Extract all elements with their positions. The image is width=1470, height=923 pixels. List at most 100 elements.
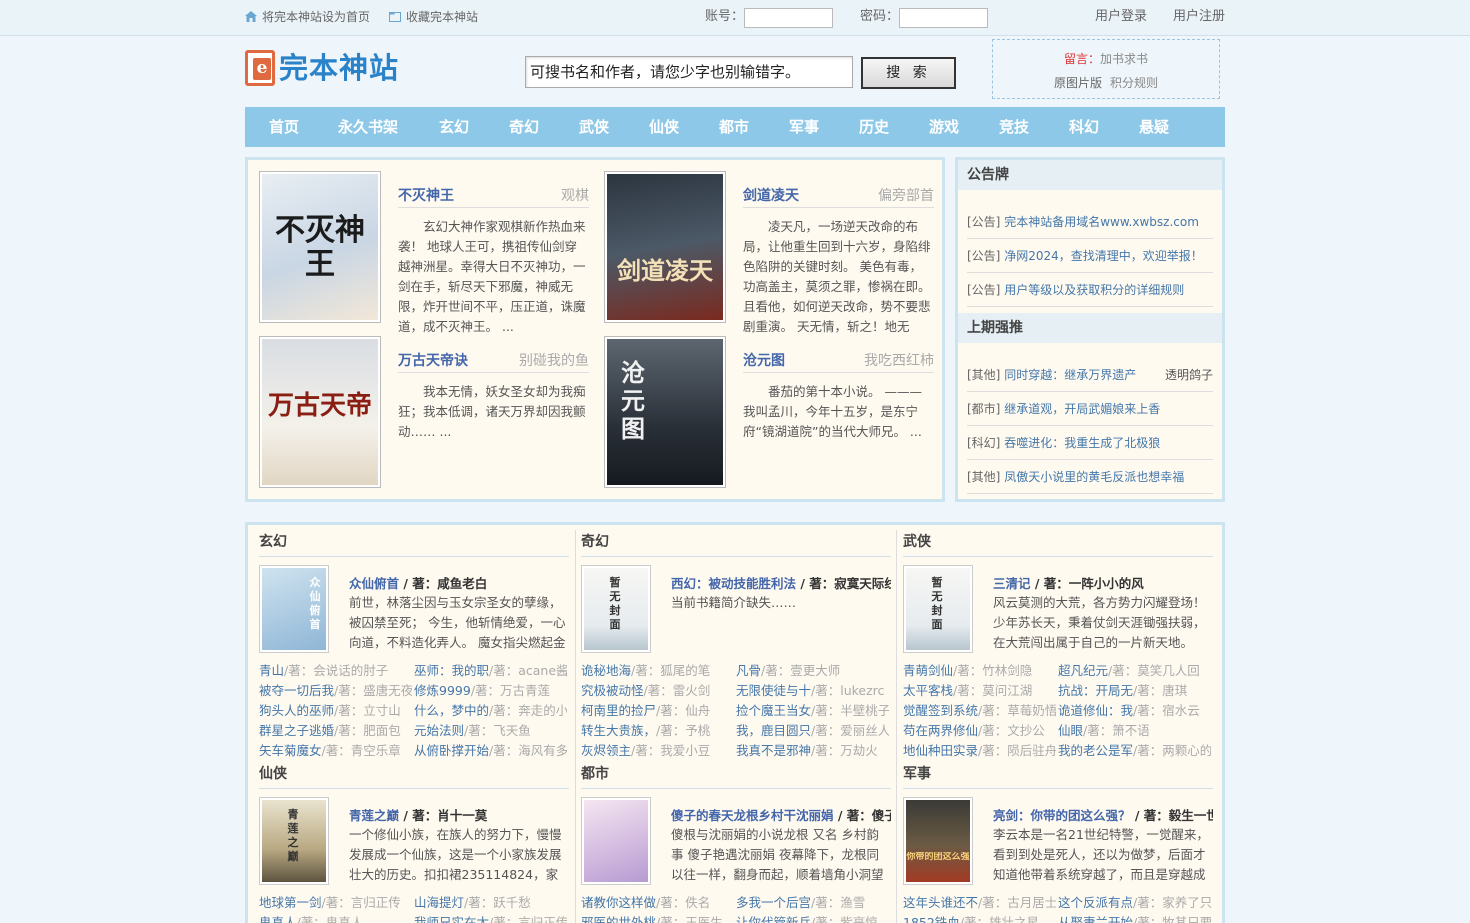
book-title[interactable]: 西幻：被动技能胜利法 / 著：寂寞天际线 <box>671 573 891 592</box>
book-title[interactable]: 三清记 / 著：一阵小小的风 <box>993 573 1213 592</box>
book-title[interactable]: 青莲之巅 / 著：肖十一莫 <box>349 805 569 824</box>
book-link[interactable]: 这年头谁还不/著：古月居士 <box>903 893 1056 913</box>
book-link[interactable]: 我，鹿目圆只/著：爱丽丝人 <box>736 721 889 741</box>
book-title[interactable]: 众仙俯首 / 著：咸鱼老白 <box>349 573 569 592</box>
category-title[interactable]: 军事 <box>903 759 1213 789</box>
book-link[interactable]: 地仙种田实录/著：陨后驻舟 <box>903 741 1056 761</box>
notice-item[interactable]: [公告] 用户等级以及获取积分的详细规则 <box>967 273 1213 307</box>
book-title[interactable]: 沧元图 <box>743 350 785 370</box>
book-link[interactable]: 诸教你这样做/著：佚名 <box>581 893 734 913</box>
nav-item-qihuan[interactable]: 奇幻 <box>509 107 539 147</box>
book-link[interactable]: 我师兄实在太/著：言归正传 <box>414 913 567 923</box>
book-link[interactable]: 我真不是邪神/著：万劫火 <box>736 741 889 761</box>
book-cover[interactable]: 沧元图 <box>604 336 726 488</box>
book-cover[interactable]: 青莲之巅 <box>259 797 329 885</box>
nav-item-jingji[interactable]: 竞技 <box>999 107 1029 147</box>
book-link[interactable]: 超凡纪元/著：莫笑几人回 <box>1058 661 1211 681</box>
book-link[interactable]: 苟在两界修仙/著：文抄公 <box>903 721 1056 741</box>
login-link[interactable]: 用户登录 <box>1095 0 1147 36</box>
set-homepage-link[interactable]: 将完本神站设为首页 <box>245 0 370 36</box>
book-cover[interactable]: 你带的团这么强 <box>903 797 973 885</box>
book-title[interactable]: 不灭神王 <box>398 185 454 205</box>
book-link[interactable]: 无限使徒与十/著：lukezrc <box>736 681 889 701</box>
nav-item-youxi[interactable]: 游戏 <box>929 107 959 147</box>
book-link[interactable]: 鬼真人/著：鬼真人 <box>259 913 412 923</box>
recommend-item[interactable]: [其他] 同时穿越：继承万界遗产 透明鸽子 <box>967 358 1213 392</box>
nav-item-bookshelf[interactable]: 永久书架 <box>338 107 398 147</box>
notice-item[interactable]: [公告] 完本神站备用域名www.xwbsz.com <box>967 205 1213 239</box>
book-link[interactable]: 被夺一切后我/著：盛唐无夜 <box>259 681 412 701</box>
book-link[interactable]: 地球第一剑/著：言归正传 <box>259 893 412 913</box>
recommend-item[interactable]: [其他] 凤傲天小说里的黄毛反派也想幸福 <box>967 460 1213 494</box>
notice-item[interactable]: [公告] 净网2024，查找清理中，欢迎举报！ <box>967 239 1213 273</box>
original-version-link[interactable]: 原图片版 <box>1054 76 1102 90</box>
nav-item-xuanyi[interactable]: 悬疑 <box>1139 107 1169 147</box>
nav-item-kehuan[interactable]: 科幻 <box>1069 107 1099 147</box>
nav-item-xuanhuan[interactable]: 玄幻 <box>439 107 469 147</box>
category-title[interactable]: 奇幻 <box>581 527 891 557</box>
book-link[interactable]: 1852铁血/著：雄壮之星 <box>903 913 1056 923</box>
book-link[interactable]: 诡道修仙：我/著：宿水云 <box>1058 701 1211 721</box>
account-input[interactable] <box>744 8 833 28</box>
book-link[interactable]: 从娶妻兰开始/著：牧其只要 <box>1058 913 1211 923</box>
book-link[interactable]: 巫师：我的职/著：acane酱 <box>414 661 567 681</box>
book-cover[interactable]: 众仙俯首 <box>259 565 329 653</box>
book-link[interactable]: 捡个魔王当女/著：半壁桃子 <box>736 701 889 721</box>
password-input[interactable] <box>899 8 988 28</box>
book-link[interactable]: 多我一个后宫/著：渔雪 <box>736 893 889 913</box>
search-input[interactable]: 可搜书名和作者，请您少字也别输错字。 <box>525 56 853 88</box>
category-title[interactable]: 都市 <box>581 759 891 789</box>
book-link[interactable]: 柯南里的捡尸/著：仙舟 <box>581 701 734 721</box>
book-link[interactable]: 灰烬领主/著：我爱小豆 <box>581 741 734 761</box>
register-link[interactable]: 用户注册 <box>1173 0 1225 36</box>
book-cover[interactable]: 暂无封面 <box>903 565 973 653</box>
book-link[interactable]: 凡骨/著：壹更大师 <box>736 661 889 681</box>
nav-item-wuxia[interactable]: 武侠 <box>579 107 609 147</box>
book-link[interactable]: 抗战：开局无/著：唐琪 <box>1058 681 1211 701</box>
request-book-link[interactable]: 加书求书 <box>1100 52 1148 66</box>
book-link[interactable]: 邪医的世外桃/著：王医生 <box>581 913 734 923</box>
book-link[interactable]: 究极被动怪/著：雷火剑 <box>581 681 734 701</box>
search-button[interactable]: 搜 索 <box>861 57 956 89</box>
site-logo[interactable]: e 完本神站 <box>245 48 425 90</box>
recommend-item[interactable]: [都市] 继承道观，开局武媚娘来上香 <box>967 392 1213 426</box>
book-link[interactable]: 让你代管新兵/著：紫亭惊 <box>736 913 889 923</box>
book-title[interactable]: 傻子的春天龙根乡村干沈丽娟 / 著：傻子 <box>671 805 891 824</box>
book-link[interactable]: 什么，梦中的/著：奔走的小 <box>414 701 567 721</box>
recommend-item[interactable]: [科幻] 吞噬进化：我重生成了北极狼 <box>967 426 1213 460</box>
nav-item-dushi[interactable]: 都市 <box>719 107 749 147</box>
book-link[interactable]: 矢车菊魔女/著：青空乐章 <box>259 741 412 761</box>
book-link[interactable]: 青萌剑仙/著：竹林剑隐 <box>903 661 1056 681</box>
book-cover[interactable]: 暂无封面 <box>581 565 651 653</box>
category-title[interactable]: 玄幻 <box>259 527 569 557</box>
book-link[interactable]: 觉醒签到系统/著：草莓奶悟 <box>903 701 1056 721</box>
nav-item-junshi[interactable]: 军事 <box>789 107 819 147</box>
book-link[interactable]: 青山/著：会说话的肘子 <box>259 661 412 681</box>
book-link[interactable]: 诡秘地海/著：狐尾的笔 <box>581 661 734 681</box>
book-link[interactable]: 我的老公是军/著：两颗心的 <box>1058 741 1211 761</box>
nav-item-home[interactable]: 首页 <box>269 107 299 147</box>
book-cover[interactable]: 不灭神王 <box>259 171 381 323</box>
book-title[interactable]: 剑道凌天 <box>743 185 799 205</box>
book-cover[interactable]: 剑道凌天 <box>604 171 726 323</box>
book-link[interactable]: 修炼9999/著：万古青莲 <box>414 681 567 701</box>
points-rules-link[interactable]: 积分规则 <box>1110 76 1158 90</box>
book-title[interactable]: 亮剑：你带的团这么强？ / 著：毅生一世 <box>993 805 1213 824</box>
book-link[interactable]: 从俯卧撑开始/著：海风有多 <box>414 741 567 761</box>
nav-item-xianxia[interactable]: 仙侠 <box>649 107 679 147</box>
category-title[interactable]: 武侠 <box>903 527 1213 557</box>
book-title[interactable]: 万古天帝诀 <box>398 350 468 370</box>
book-link[interactable]: 这个反派有点/著：家养了只 <box>1058 893 1211 913</box>
category-title[interactable]: 仙侠 <box>259 759 569 789</box>
book-link[interactable]: 太平客栈/著：莫问江湖 <box>903 681 1056 701</box>
book-link[interactable]: 群星之子逃婚/著：肥面包 <box>259 721 412 741</box>
book-link[interactable]: 转生大贵族，/著：予桃 <box>581 721 734 741</box>
book-link[interactable]: 山海提灯/著：跃千愁 <box>414 893 567 913</box>
book-link[interactable]: 狗头人的巫师/著：立寸山 <box>259 701 412 721</box>
book-cover[interactable] <box>581 797 651 885</box>
book-cover[interactable]: 万古天帝 <box>259 336 381 488</box>
nav-item-lishi[interactable]: 历史 <box>859 107 889 147</box>
book-link[interactable]: 仙眼/著：箫不语 <box>1058 721 1211 741</box>
bookmark-site-link[interactable]: 收藏完本神站 <box>389 0 478 36</box>
book-link[interactable]: 元始法则/著：飞天鱼 <box>414 721 567 741</box>
